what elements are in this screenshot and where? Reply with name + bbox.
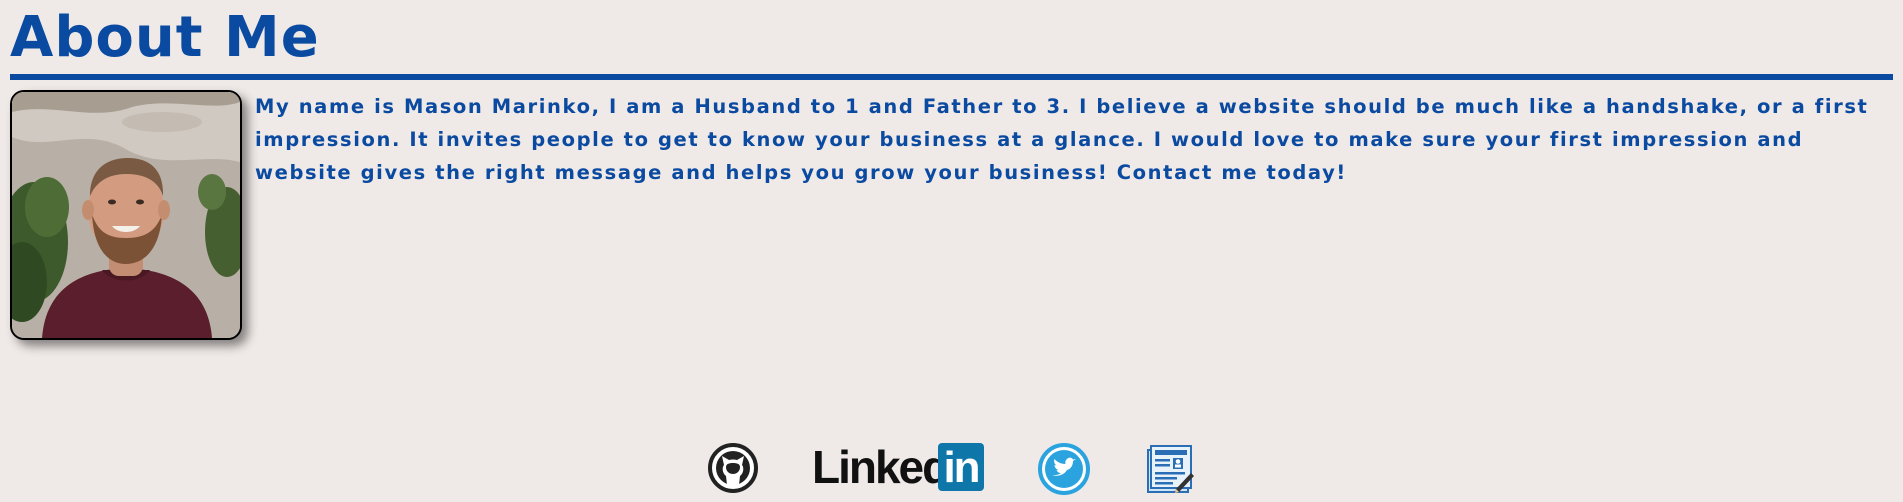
resume-icon (1147, 445, 1194, 493)
profile-photo-image (12, 92, 240, 338)
title-divider (10, 74, 1893, 80)
section-title: About Me (10, 5, 320, 70)
linkedin-wordmark: Linked (812, 441, 950, 493)
bio-text: My name is Mason Marinko, I am a Husband… (255, 95, 1869, 184)
about-section: About Me My name is Mason Marinko, I am … (0, 0, 1903, 502)
github-link[interactable] (708, 443, 758, 493)
twitter-link[interactable] (1038, 443, 1090, 495)
resume-link[interactable] (1145, 442, 1195, 494)
github-icon (708, 443, 758, 493)
linkedin-badge: in (938, 443, 984, 492)
profile-photo (10, 90, 242, 340)
twitter-icon (1038, 443, 1090, 495)
social-links: Linked in (0, 440, 1903, 496)
linkedin-link[interactable]: Linked in (812, 441, 984, 493)
